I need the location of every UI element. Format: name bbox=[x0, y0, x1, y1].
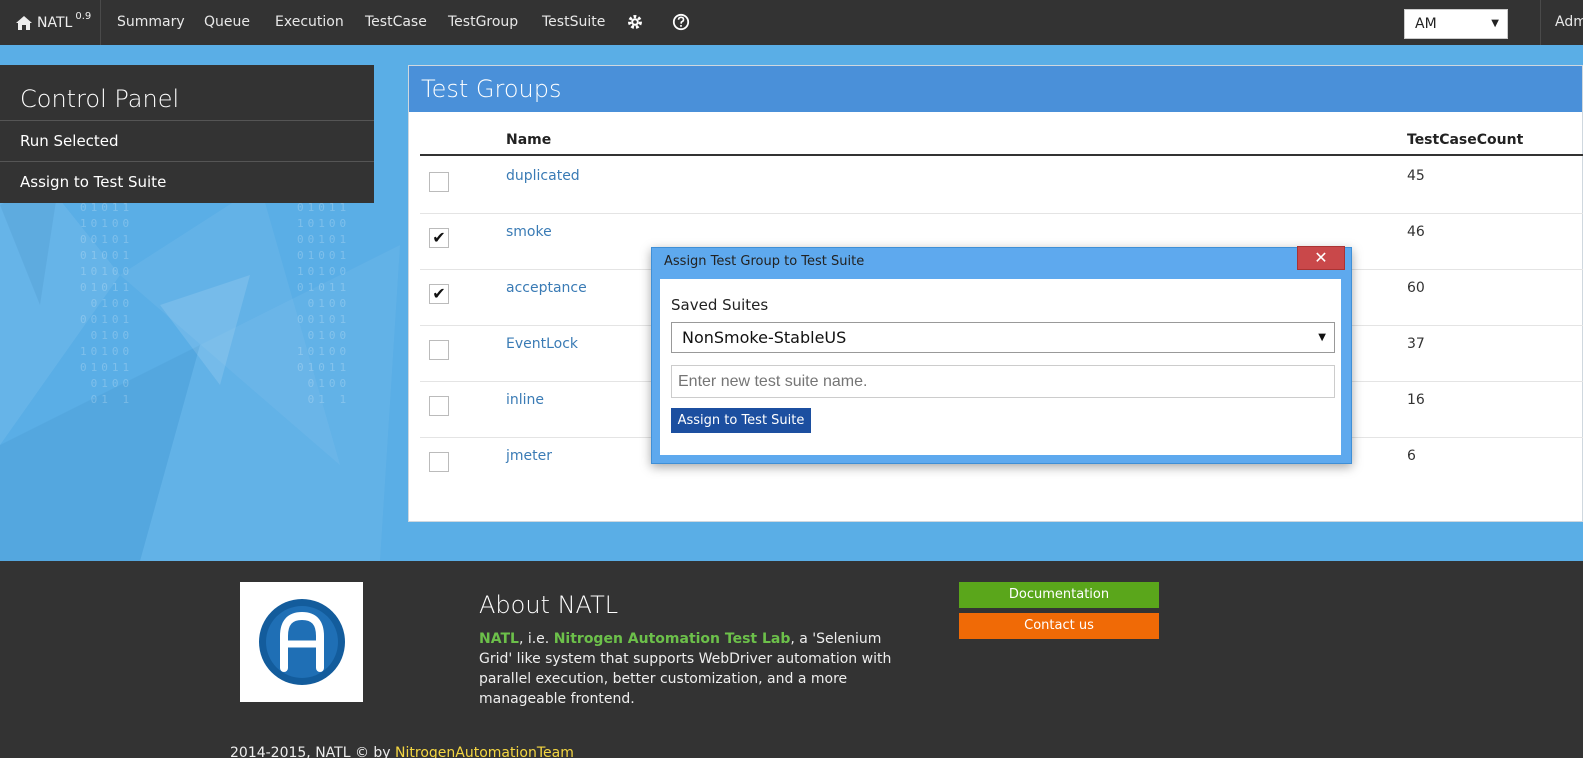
row-checkbox[interactable] bbox=[429, 396, 449, 416]
contact-us-button[interactable]: Contact us bbox=[959, 613, 1159, 639]
saved-suites-select[interactable]: NonSmoke-StableUS ▼ bbox=[671, 322, 1335, 353]
nav-summary[interactable]: Summary bbox=[117, 0, 185, 45]
nav-testsuite[interactable]: TestSuite bbox=[542, 0, 605, 45]
gear-icon[interactable] bbox=[626, 13, 644, 31]
testcase-count: 45 bbox=[1407, 168, 1425, 184]
close-icon: ✕ bbox=[1314, 248, 1328, 267]
group-name-link[interactable]: jmeter bbox=[506, 448, 552, 464]
close-button[interactable]: ✕ bbox=[1297, 246, 1345, 270]
logo-icon bbox=[258, 599, 345, 685]
brand-home-link[interactable]: NATL 0.9 bbox=[0, 0, 101, 45]
help-icon[interactable] bbox=[672, 13, 690, 31]
nav-queue[interactable]: Queue bbox=[204, 0, 250, 45]
testcase-count: 16 bbox=[1407, 392, 1425, 408]
footer: About NATL NATL, i.e. Nitrogen Automatio… bbox=[0, 561, 1583, 758]
testcase-count: 46 bbox=[1407, 224, 1425, 240]
dialog-body: Saved Suites NonSmoke-StableUS ▼ Assign … bbox=[660, 279, 1341, 455]
table-row: duplicated 45 bbox=[420, 158, 1583, 214]
about-fullname-link[interactable]: Nitrogen Automation Test Lab bbox=[554, 631, 791, 647]
testcase-count: 6 bbox=[1407, 448, 1416, 464]
panel-title: Test Groups bbox=[409, 66, 1582, 112]
group-name-link[interactable]: inline bbox=[506, 392, 544, 408]
top-navbar: NATL 0.9 Summary Queue Execution TestCas… bbox=[0, 0, 1583, 45]
caret-down-icon: ▼ bbox=[1318, 332, 1326, 343]
row-checkbox[interactable] bbox=[429, 340, 449, 360]
run-selected-button[interactable]: Run Selected bbox=[0, 121, 374, 162]
role-select[interactable]: AM ▼ bbox=[1404, 9, 1508, 39]
testcase-count: 60 bbox=[1407, 280, 1425, 296]
row-checkbox[interactable]: ✔ bbox=[429, 284, 449, 304]
row-checkbox[interactable] bbox=[429, 452, 449, 472]
assign-suite-dialog: Assign Test Group to Test Suite ✕ Saved … bbox=[651, 246, 1352, 464]
dialog-title: Assign Test Group to Test Suite bbox=[664, 254, 865, 269]
brand-name: NATL bbox=[37, 14, 73, 31]
role-select-value: AM bbox=[1415, 16, 1437, 32]
column-header-name[interactable]: Name bbox=[506, 132, 551, 148]
about-text-part: , i.e. bbox=[518, 631, 554, 647]
binary-pattern-right: 01011 10100 00101 01001 10100 01011 0100… bbox=[297, 201, 351, 406]
copyright-text: 2014-2015, NATL © by bbox=[230, 745, 396, 758]
table-header: Name TestCaseCount bbox=[420, 122, 1583, 156]
natl-logo bbox=[240, 582, 363, 702]
copyright: 2014-2015, NATL © by NitrogenAutomationT… bbox=[230, 745, 574, 758]
testcase-count: 37 bbox=[1407, 336, 1425, 352]
row-checkbox[interactable]: ✔ bbox=[429, 228, 449, 248]
user-menu[interactable]: Admin bbox=[1540, 0, 1583, 45]
assign-to-suite-button[interactable]: Assign to Test Suite bbox=[0, 162, 374, 203]
new-suite-name-input[interactable] bbox=[671, 365, 1335, 398]
saved-suites-value: NonSmoke-StableUS bbox=[682, 328, 847, 347]
caret-down-icon: ▼ bbox=[1491, 18, 1499, 29]
about-text: NATL, i.e. Nitrogen Automation Test Lab,… bbox=[479, 629, 919, 709]
row-checkbox[interactable] bbox=[429, 172, 449, 192]
group-name-link[interactable]: EventLock bbox=[506, 336, 578, 352]
team-link[interactable]: NitrogenAutomationTeam bbox=[395, 745, 574, 758]
group-name-link[interactable]: duplicated bbox=[506, 168, 580, 184]
about-title: About NATL bbox=[479, 591, 619, 619]
saved-suites-label: Saved Suites bbox=[671, 296, 769, 314]
home-icon bbox=[16, 15, 32, 30]
about-natl-link[interactable]: NATL bbox=[479, 631, 519, 647]
assign-to-test-suite-button[interactable]: Assign to Test Suite bbox=[671, 408, 811, 433]
nav-testcase[interactable]: TestCase bbox=[365, 0, 427, 45]
documentation-button[interactable]: Documentation bbox=[959, 582, 1159, 608]
control-panel: Control Panel Run Selected Assign to Tes… bbox=[0, 65, 374, 203]
control-panel-title: Control Panel bbox=[0, 65, 374, 121]
brand-version: 0.9 bbox=[75, 11, 92, 22]
nav-execution[interactable]: Execution bbox=[275, 0, 344, 45]
column-header-count[interactable]: TestCaseCount bbox=[1407, 132, 1523, 148]
binary-pattern-left: 01011 10100 00101 01001 10100 01011 0100… bbox=[80, 201, 134, 406]
group-name-link[interactable]: smoke bbox=[506, 224, 552, 240]
nav-testgroup[interactable]: TestGroup bbox=[448, 0, 518, 45]
group-name-link[interactable]: acceptance bbox=[506, 280, 587, 296]
